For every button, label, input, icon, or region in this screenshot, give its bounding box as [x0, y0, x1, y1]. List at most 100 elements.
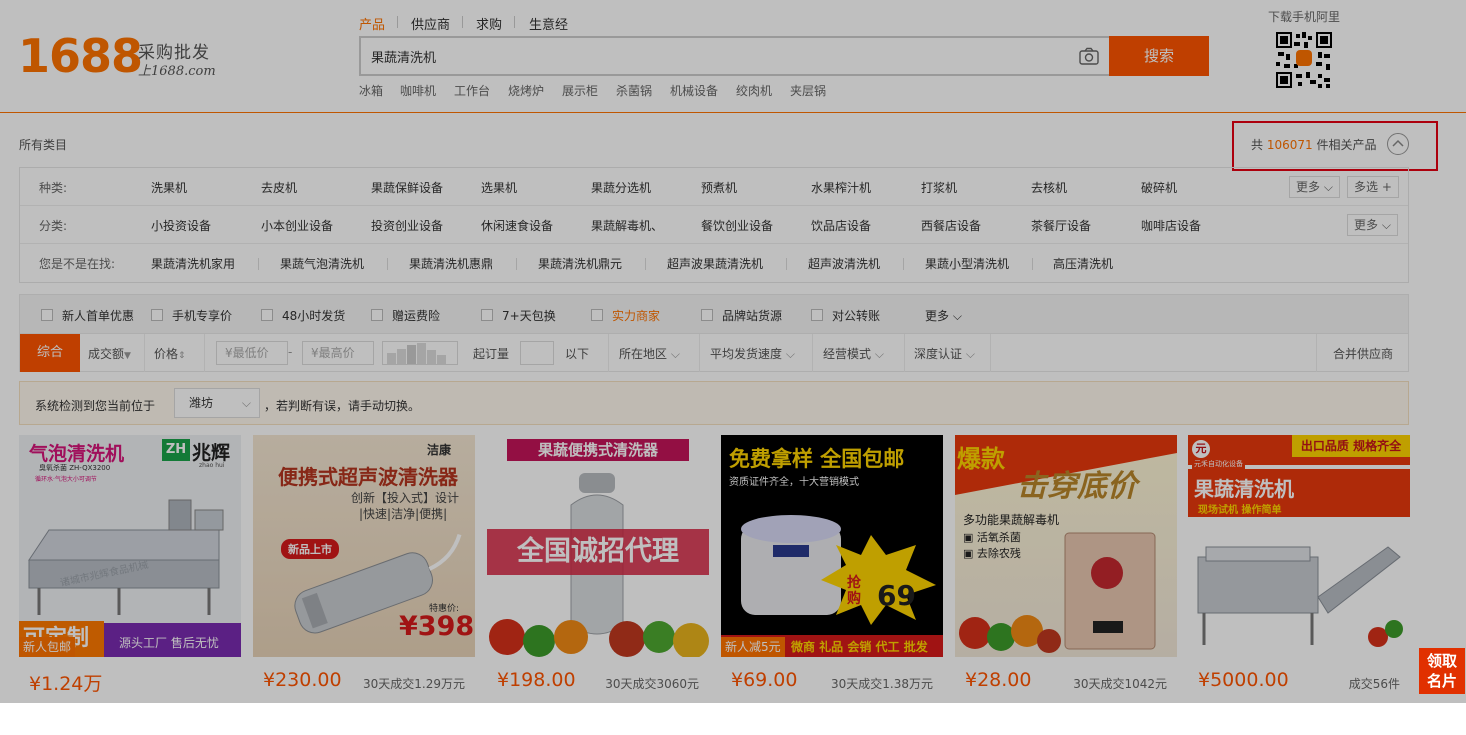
suggestion-link[interactable]: 高压清洗机	[1053, 255, 1113, 272]
attr-value[interactable]: 茶餐厅设备	[1031, 217, 1091, 234]
multi-select-label: 多选	[1354, 180, 1379, 194]
attr-value[interactable]: 投资创业设备	[371, 217, 443, 234]
business-card-button[interactable]: 领取 名片	[1419, 648, 1465, 694]
search-input[interactable]	[371, 38, 1061, 74]
hot-word[interactable]: 夹层锅	[790, 82, 826, 99]
attr-value[interactable]: 预煮机	[701, 179, 737, 196]
product-card[interactable]: 果蔬便携式清洗器 全国诚招代理 ¥198.00 30天成交3060元	[487, 435, 709, 735]
all-categories-breadcrumb[interactable]: 所有类目	[19, 136, 67, 153]
merge-suppliers-toggle[interactable]: 合并供应商	[1333, 345, 1393, 362]
suggestion-link[interactable]: 超声波清洗机	[808, 255, 880, 272]
product-image[interactable]: 爆款 击穿底价 多功能果蔬解毒机 ▣ 活氧杀菌 ▣ 去除农残	[955, 435, 1177, 657]
more-button[interactable]: 更多 ⌵	[1289, 176, 1340, 198]
search-tab-product[interactable]: 产品	[359, 14, 385, 33]
attr-value[interactable]: 饮品店设备	[811, 217, 871, 234]
checkbox-label[interactable]: 新人首单优惠	[62, 307, 134, 324]
checkbox[interactable]	[261, 309, 273, 321]
sort-default-tab[interactable]: 综合	[20, 334, 80, 372]
attr-value[interactable]: 咖啡店设备	[1141, 217, 1201, 234]
location-select[interactable]: 潍坊 ⌵	[174, 388, 260, 418]
qr-code[interactable]	[1274, 30, 1334, 90]
search-tab-buy[interactable]: 求购	[476, 14, 502, 33]
hot-word[interactable]: 机械设备	[670, 82, 718, 99]
checkbox[interactable]	[371, 309, 383, 321]
max-price-input[interactable]: ¥最高价	[302, 341, 374, 365]
attr-value[interactable]: 果蔬保鲜设备	[371, 179, 443, 196]
sort-price-label: 价格	[154, 347, 179, 361]
attr-value[interactable]: 西餐店设备	[921, 217, 981, 234]
product-image[interactable]: 洁康 便携式超声波清洗器 创新【投入式】设计 |快速|洁净|便携| 新品上市 特…	[253, 435, 475, 657]
product-card[interactable]: 免费拿样 全国包邮 资质证件齐全，十大营销模式 抢购 69 新人减5元 微商 礼…	[721, 435, 943, 735]
suggestion-link[interactable]: 果蔬小型清洗机	[925, 255, 1009, 272]
suggestion-link[interactable]: 果蔬清洗机鼎元	[538, 255, 622, 272]
shipping-speed-dropdown[interactable]: 平均发货速度 ⌵	[710, 345, 795, 362]
multi-select-button[interactable]: 多选 +	[1347, 176, 1399, 198]
attr-value[interactable]: 果蔬解毒机、	[591, 217, 663, 234]
sort-price[interactable]: 价格⇕	[154, 345, 186, 362]
attr-value[interactable]: 小投资设备	[151, 217, 211, 234]
business-mode-dropdown[interactable]: 经营模式 ⌵	[823, 345, 884, 362]
product-card[interactable]: 气泡清洗机 臭氧杀菌 ZH-QX3200 循环水·气泡大小可调节 ZH 兆辉 z…	[19, 435, 241, 735]
attr-value[interactable]: 去核机	[1031, 179, 1067, 196]
attr-value[interactable]: 洗果机	[151, 179, 187, 196]
attr-value[interactable]: 餐饮创业设备	[701, 217, 773, 234]
product-card[interactable]: 爆款 击穿底价 多功能果蔬解毒机 ▣ 活氧杀菌 ▣ 去除农残 ¥28.00 30…	[955, 435, 1177, 735]
product-card[interactable]: 出口品质 规格齐全 元 元禾自动化设备 果蔬清洗机 现场试机 操作简单 ¥500…	[1188, 435, 1410, 735]
checkbox-label[interactable]: 品牌站货源	[722, 307, 782, 324]
product-image[interactable]: 免费拿样 全国包邮 资质证件齐全，十大营销模式 抢购 69 新人减5元 微商 礼…	[721, 435, 943, 657]
region-dropdown[interactable]: 所在地区 ⌵	[619, 345, 680, 362]
min-price-input[interactable]: ¥最低价	[216, 341, 288, 365]
attr-value[interactable]: 去皮机	[261, 179, 297, 196]
product-image[interactable]: 气泡清洗机 臭氧杀菌 ZH-QX3200 循环水·气泡大小可调节 ZH 兆辉 z…	[19, 435, 241, 657]
attr-value[interactable]: 休闲速食设备	[481, 217, 553, 234]
sort-volume[interactable]: 成交额▼	[88, 345, 131, 362]
checkbox[interactable]	[481, 309, 493, 321]
location-notice: 系统检测到您当前位于 潍坊 ⌵ ，若判断有误，请手动切换。	[19, 381, 1409, 425]
suggestion-link[interactable]: 果蔬清洗机惠鼎	[409, 255, 493, 272]
hot-word[interactable]: 杀菌锅	[616, 82, 652, 99]
attr-value[interactable]: 小本创业设备	[261, 217, 333, 234]
divider	[786, 258, 787, 270]
hot-word[interactable]: 工作台	[454, 82, 490, 99]
logo[interactable]: 1688	[18, 30, 143, 82]
attr-value[interactable]: 水果榨汁机	[811, 179, 871, 196]
attr-value[interactable]: 果蔬分选机	[591, 179, 651, 196]
checkbox-label[interactable]: 7+天包换	[502, 307, 556, 324]
checkbox-label[interactable]: 赠运费险	[392, 307, 440, 324]
hot-word[interactable]: 冰箱	[359, 82, 383, 99]
certification-dropdown[interactable]: 深度认证 ⌵	[914, 345, 975, 362]
search-tab-supplier[interactable]: 供应商	[411, 14, 450, 33]
location-suffix: ，若判断有误，请手动切换。	[264, 399, 421, 413]
search-button[interactable]: 搜索	[1109, 36, 1209, 76]
hot-word[interactable]: 展示柜	[562, 82, 598, 99]
checkbox-label[interactable]: 对公转账	[832, 307, 880, 324]
attr-value[interactable]: 破碎机	[1141, 179, 1177, 196]
checkbox[interactable]	[41, 309, 53, 321]
checkbox[interactable]	[151, 309, 163, 321]
product-card[interactable]: 洁康 便携式超声波清洗器 创新【投入式】设计 |快速|洁净|便携| 新品上市 特…	[253, 435, 475, 735]
chevron-down-icon: ⌵	[952, 309, 962, 323]
search-tab-business[interactable]: 生意经	[529, 14, 568, 33]
suggestion-link[interactable]: 超声波果蔬清洗机	[667, 255, 763, 272]
hot-word[interactable]: 绞肉机	[736, 82, 772, 99]
product-image[interactable]: 出口品质 规格齐全 元 元禾自动化设备 果蔬清洗机 现场试机 操作简单	[1188, 435, 1410, 657]
checkbox-label[interactable]: 48小时发货	[282, 307, 345, 324]
price-range-histogram-icon[interactable]	[382, 341, 458, 365]
attr-value[interactable]: 打浆机	[921, 179, 957, 196]
attr-label: 分类:	[39, 219, 68, 233]
checkbox-label[interactable]: 实力商家	[612, 307, 660, 324]
suggestion-link[interactable]: 果蔬清洗机家用	[151, 255, 235, 272]
moq-input[interactable]	[520, 341, 554, 365]
checkbox[interactable]	[591, 309, 603, 321]
filter-more-button[interactable]: 更多 ⌵	[925, 307, 962, 324]
hot-word[interactable]: 咖啡机	[400, 82, 436, 99]
camera-icon[interactable]	[1079, 47, 1099, 65]
checkbox[interactable]	[701, 309, 713, 321]
hot-word[interactable]: 烧烤炉	[508, 82, 544, 99]
product-image[interactable]: 果蔬便携式清洗器 全国诚招代理	[487, 435, 709, 657]
checkbox-label[interactable]: 手机专享价	[172, 307, 232, 324]
more-button[interactable]: 更多 ⌵	[1347, 214, 1398, 236]
checkbox[interactable]	[811, 309, 823, 321]
attr-value[interactable]: 选果机	[481, 179, 517, 196]
suggestion-link[interactable]: 果蔬气泡清洗机	[280, 255, 364, 272]
